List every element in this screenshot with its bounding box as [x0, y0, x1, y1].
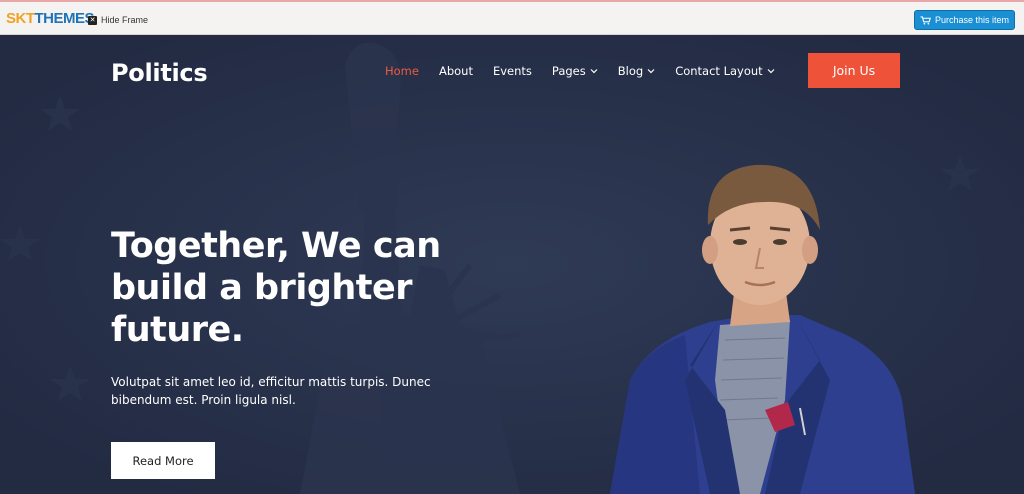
nav-label: About [438, 64, 473, 78]
chevron-down-icon [647, 69, 655, 74]
nav-item-events[interactable]: Events [493, 64, 532, 78]
hero-section: Politics Home About Events Pages Blog Co… [0, 35, 1024, 494]
purchase-label: Purchase this item [934, 15, 1010, 25]
read-more-button[interactable]: Read More [111, 442, 215, 479]
hide-frame-link[interactable]: ✕ Hide Frame [88, 12, 148, 28]
nav-label: Blog [617, 64, 644, 78]
nav-item-blog[interactable]: Blog [618, 64, 655, 78]
candidate-portrait [610, 164, 915, 494]
preview-frame-bar: SKTTHEMES ✕ Hide Frame Purchase this ite… [0, 0, 1024, 35]
join-us-button[interactable]: Join Us [808, 53, 900, 88]
hero-lead-text: Volutpat sit amet leo id, efficitur matt… [111, 375, 431, 407]
nav-item-contact-layout[interactable]: Contact Layout [675, 64, 775, 78]
cart-icon [920, 15, 931, 25]
site-title[interactable]: Politics [111, 59, 208, 87]
logo-part-2: THEMES [34, 10, 95, 27]
nav-item-about[interactable]: About [439, 64, 473, 78]
chevron-down-icon [767, 69, 775, 74]
hero-headline: Together, We can build a brighter future… [111, 226, 441, 350]
main-nav: Home About Events Pages Blog Contact Lay… [385, 63, 775, 79]
close-box-icon: ✕ [88, 15, 97, 25]
nav-item-pages[interactable]: Pages [552, 64, 598, 78]
nav-label: Home [385, 64, 419, 78]
nav-label: Pages [551, 64, 586, 78]
sktthemes-logo[interactable]: SKTTHEMES [6, 10, 95, 28]
logo-part-1: SKT [6, 10, 35, 27]
purchase-button[interactable]: Purchase this item [914, 10, 1015, 30]
nav-label: Events [492, 64, 532, 78]
nav-item-home[interactable]: Home [385, 64, 419, 78]
chevron-down-icon [590, 69, 598, 74]
hide-frame-label: Hide Frame [101, 15, 149, 25]
nav-label: Contact Layout [675, 64, 763, 78]
